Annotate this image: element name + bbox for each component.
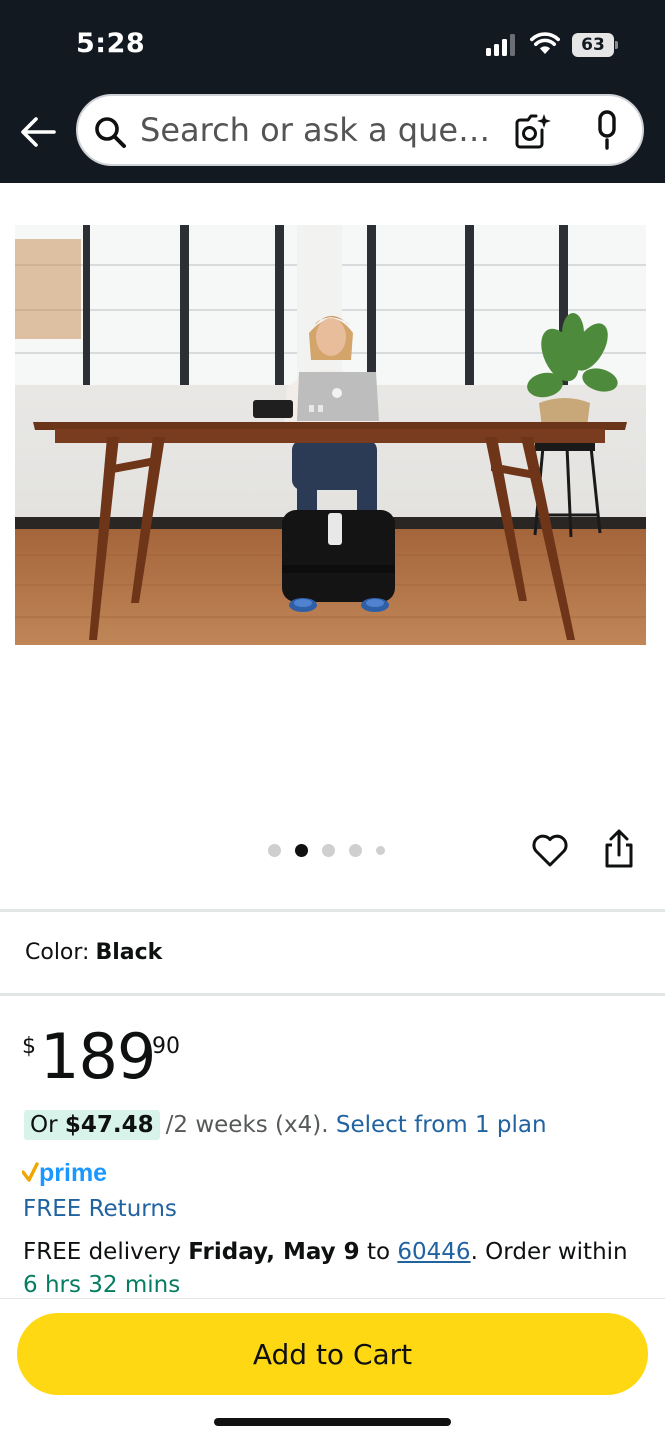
image-carousel-dots[interactable]: [268, 842, 385, 858]
delivery-zip-link[interactable]: 60446: [397, 1239, 470, 1265]
share-icon[interactable]: [600, 828, 638, 870]
installment-badge: Or $47.48: [24, 1110, 160, 1140]
prime-logo: prime: [22, 1159, 107, 1187]
installment-period: /2 weeks (x4).: [165, 1112, 329, 1138]
carousel-dot[interactable]: [322, 843, 335, 857]
search-icon: [95, 117, 126, 148]
microphone-icon[interactable]: [590, 110, 624, 150]
delivery-date: Friday, May 9: [188, 1239, 360, 1265]
bottom-action-bar: Add to Cart: [0, 1298, 665, 1440]
search-input[interactable]: [140, 108, 510, 152]
wifi-icon: [530, 32, 560, 54]
carousel-dot[interactable]: [349, 843, 362, 857]
carousel-dot-active[interactable]: [295, 843, 308, 857]
cellular-signal-icon: [486, 34, 515, 56]
delivery-prefix: FREE delivery: [23, 1239, 189, 1265]
battery-icon: 63: [572, 33, 618, 57]
heart-icon[interactable]: [530, 830, 570, 870]
back-arrow-icon[interactable]: [18, 112, 58, 152]
delivery-to: to: [359, 1239, 398, 1265]
price-whole: 189: [40, 1020, 156, 1093]
carousel-dot[interactable]: [268, 843, 281, 857]
search-bar[interactable]: [76, 94, 644, 166]
select-plan-link[interactable]: Select from 1 plan: [336, 1112, 547, 1138]
color-selector[interactable]: Color: Black: [25, 940, 162, 965]
prime-label: prime: [39, 1159, 107, 1187]
free-returns-link[interactable]: FREE Returns: [23, 1196, 177, 1222]
order-countdown: 6 hrs 32 mins: [23, 1272, 181, 1298]
section-divider: [0, 993, 665, 996]
carousel-dot[interactable]: [376, 845, 385, 855]
status-time: 5:28: [76, 28, 146, 59]
price-fraction: 90: [152, 1034, 180, 1059]
price-currency: $: [22, 1034, 36, 1059]
product-image[interactable]: [15, 225, 646, 645]
installment-prefix: Or: [30, 1112, 65, 1138]
color-label: Color:: [25, 940, 90, 965]
app-header: 5:28 63: [0, 0, 665, 183]
color-value: Black: [95, 940, 163, 965]
camera-search-icon[interactable]: [514, 112, 552, 150]
installment-amount: $47.48: [64, 1112, 154, 1138]
installment-plan: Or $47.48/2 weeks (x4). Select from 1 pl…: [24, 1110, 547, 1140]
add-to-cart-button[interactable]: Add to Cart: [17, 1313, 648, 1395]
order-within-text: . Order within: [470, 1239, 628, 1265]
section-divider: [0, 909, 665, 912]
delivery-info: FREE delivery Friday, May 9 to 60446. Or…: [23, 1236, 648, 1302]
battery-level: 63: [581, 35, 605, 55]
home-indicator: [214, 1418, 451, 1426]
